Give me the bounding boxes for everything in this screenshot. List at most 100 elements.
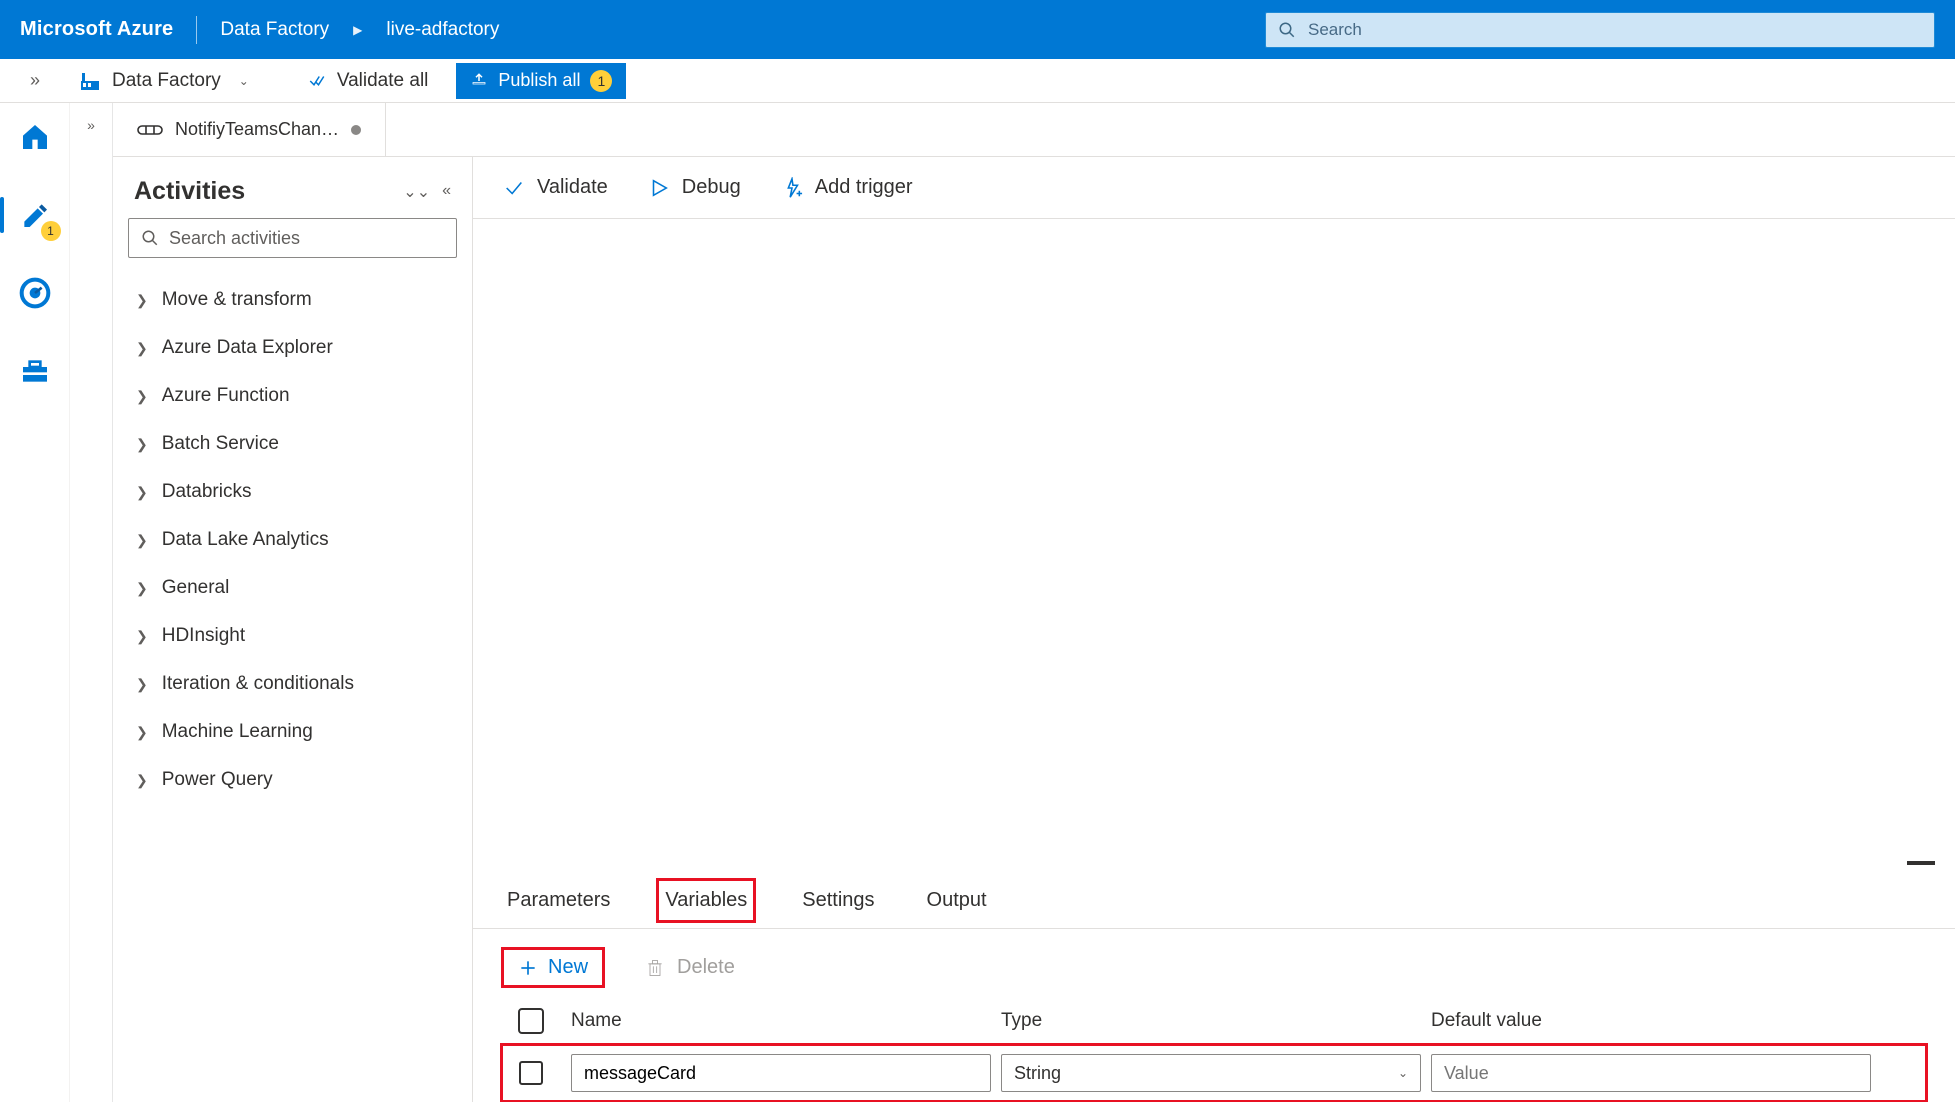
pipeline-tab-strip: NotifiyTeamsChan… — [113, 103, 1955, 157]
variable-row: String ⌄ — [501, 1044, 1927, 1102]
new-variable-button[interactable]: New — [501, 947, 605, 988]
activities-item[interactable]: ❯ Iteration & conditionals — [128, 660, 457, 708]
data-factory-label: Data Factory — [112, 70, 221, 92]
activities-panel: Activities ⌄⌄ « Search activities ❯Move … — [113, 157, 473, 1102]
row-checkbox[interactable] — [519, 1061, 543, 1085]
activities-item-label: Move & transform — [162, 289, 312, 311]
chevron-right-icon: ❯ — [136, 340, 148, 357]
validate-all-label: Validate all — [337, 70, 429, 92]
add-trigger-label: Add trigger — [815, 176, 913, 199]
pipeline-tab-label: NotifiyTeamsChan… — [175, 119, 339, 140]
activities-item[interactable]: ❯General — [128, 564, 457, 612]
activities-item-label: Machine Learning — [162, 721, 313, 743]
pipeline-icon — [137, 120, 163, 140]
chevron-down-icon: ⌄ — [1398, 1066, 1408, 1080]
chevron-right-icon: ❯ — [136, 532, 148, 549]
validate-button[interactable]: Validate — [503, 176, 608, 199]
rail-manage[interactable] — [11, 347, 59, 395]
search-icon — [141, 229, 159, 247]
chevron-right-icon: ❯ — [136, 484, 148, 501]
canvas-area: Validate Debug Add trigger P — [473, 157, 1955, 1102]
validate-all-button[interactable]: Validate all — [307, 70, 429, 92]
dirty-dot-icon — [351, 125, 361, 135]
breadcrumb-root[interactable]: Data Factory — [220, 19, 329, 41]
publish-count-badge: 1 — [590, 70, 612, 92]
activities-item-label: HDInsight — [162, 625, 245, 647]
activities-item[interactable]: ❯ Machine Learning — [128, 708, 457, 756]
tab-parameters[interactable]: Parameters — [501, 881, 616, 920]
rail-author[interactable]: 1 — [11, 191, 59, 239]
activities-hide-icon[interactable]: « — [442, 182, 451, 202]
expand-left-icon[interactable]: » — [22, 70, 48, 91]
activities-title: Activities — [134, 177, 245, 206]
breadcrumb-separator — [196, 16, 197, 44]
variable-default-input[interactable] — [1431, 1054, 1871, 1092]
tab-settings[interactable]: Settings — [796, 881, 880, 920]
col-name: Name — [571, 1010, 991, 1032]
validate-all-icon — [307, 72, 327, 90]
select-all-checkbox[interactable] — [518, 1008, 544, 1034]
publish-icon — [470, 72, 488, 90]
factory-toolbar: » Data Factory ⌄ Validate all Publish al… — [0, 59, 1955, 103]
activities-list: ❯Move & transform ❯Azure Data Explorer ❯… — [128, 276, 457, 804]
publish-all-button[interactable]: Publish all 1 — [456, 63, 626, 99]
pipeline-canvas[interactable] — [473, 219, 1955, 873]
activities-item-label: Power Query — [162, 769, 273, 791]
add-trigger-button[interactable]: Add trigger — [781, 176, 913, 199]
publish-all-label: Publish all — [498, 70, 580, 91]
activities-collapse-icon[interactable]: ⌄⌄ — [403, 182, 430, 202]
trigger-icon — [781, 177, 803, 199]
col-type: Type — [1001, 1010, 1421, 1032]
debug-button[interactable]: Debug — [648, 176, 741, 199]
rail-monitor[interactable] — [11, 269, 59, 317]
global-search[interactable]: Search — [1265, 12, 1935, 48]
chevron-right-icon: ❯ — [136, 436, 148, 453]
col-default: Default value — [1431, 1010, 1871, 1032]
plus-icon — [518, 958, 538, 978]
brand-label[interactable]: Microsoft Azure — [20, 18, 173, 41]
variables-header-row: Name Type Default value — [501, 998, 1927, 1044]
chevron-right-icon: ▶ — [349, 23, 366, 37]
chevron-right-icon: ❯ — [136, 628, 148, 645]
delete-variable-button[interactable]: Delete — [645, 956, 735, 979]
activities-item[interactable]: ❯ HDInsight — [128, 612, 457, 660]
activities-item[interactable]: ❯ Data Lake Analytics — [128, 516, 457, 564]
chevron-right-icon: ❯ — [136, 676, 148, 693]
debug-label: Debug — [682, 176, 741, 199]
toolbox-icon — [19, 355, 51, 387]
activities-item-label: Iteration & conditionals — [162, 673, 354, 695]
rail-home[interactable] — [11, 113, 59, 161]
activities-item[interactable]: ❯Move & transform — [128, 276, 457, 324]
trash-icon — [645, 958, 665, 978]
author-dirty-badge: 1 — [41, 221, 61, 241]
chevron-right-icon: ❯ — [136, 724, 148, 741]
activities-search[interactable]: Search activities — [128, 218, 457, 258]
tabs-expand-col[interactable]: » — [70, 103, 113, 1102]
pipeline-tab[interactable]: NotifiyTeamsChan… — [113, 103, 386, 156]
search-placeholder: Search — [1308, 20, 1362, 40]
new-label: New — [548, 956, 588, 979]
tab-output[interactable]: Output — [921, 881, 993, 920]
panel-collapse-handle[interactable] — [1907, 861, 1935, 865]
tab-variables[interactable]: Variables — [656, 878, 756, 923]
activities-item[interactable]: ❯ Power Query — [128, 756, 457, 804]
activities-item[interactable]: ❯ Databricks — [128, 468, 457, 516]
breadcrumb-current[interactable]: live-adfactory — [386, 19, 499, 41]
activities-item[interactable]: ❯Azure Function — [128, 372, 457, 420]
variable-name-input[interactable] — [571, 1054, 991, 1092]
home-icon — [19, 121, 51, 153]
activities-item-label: Azure Data Explorer — [162, 337, 333, 359]
play-icon — [648, 177, 670, 199]
activities-item-label: Databricks — [162, 481, 252, 503]
chevron-right-icon: ❯ — [136, 772, 148, 789]
activities-item[interactable]: ❯Batch Service — [128, 420, 457, 468]
activities-item[interactable]: ❯ Azure Data Explorer — [128, 324, 457, 372]
activities-item-label: Data Lake Analytics — [162, 529, 329, 551]
variable-type-value: String — [1014, 1063, 1061, 1084]
variable-type-select[interactable]: String ⌄ — [1001, 1054, 1421, 1092]
properties-tabs: Parameters Variables Settings Output — [473, 873, 1955, 929]
canvas-toolbar: Validate Debug Add trigger — [473, 157, 1955, 219]
activities-search-placeholder: Search activities — [169, 228, 300, 249]
data-factory-dropdown[interactable]: Data Factory ⌄ — [78, 69, 257, 93]
activities-item-label: Azure Function — [162, 385, 290, 407]
